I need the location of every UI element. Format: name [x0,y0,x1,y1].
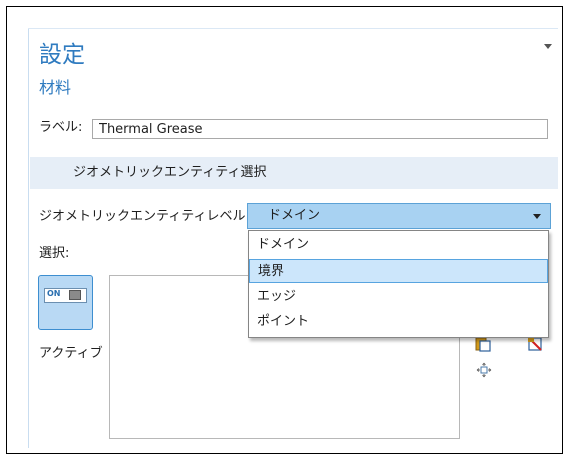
dropdown-item-edge[interactable]: エッジ [249,285,548,309]
panel-left-border [28,28,29,448]
label-input[interactable] [92,119,548,139]
section-title: ジオメトリックエンティティ選択 [73,165,267,180]
settings-title: 設定 [39,42,85,68]
toggle-knob [69,290,81,300]
selection-label: 選択: [39,246,70,261]
geometric-entity-level-label: ジオメトリックエンティティレベル: [39,209,250,224]
level-select-value: ドメイン [268,208,321,223]
dropdown-item-boundary[interactable]: 境界 [249,259,548,283]
settings-subtitle: 材料 [39,78,72,97]
toggle-on-text: ON [47,289,61,298]
dropdown-item-point[interactable]: ポイント [249,310,548,334]
dropdown-item-domain[interactable]: ドメイン [249,233,548,257]
paste-selection-icon[interactable] [475,336,491,352]
active-label: アクティブ [39,346,103,361]
collapse-arrow-icon[interactable] [544,44,552,49]
panel-top-border [28,28,558,29]
label-field-label: ラベル: [39,120,83,135]
clear-selection-icon[interactable] [527,336,543,352]
zoom-to-selection-icon[interactable] [476,362,492,378]
chevron-down-icon[interactable] [533,214,541,219]
